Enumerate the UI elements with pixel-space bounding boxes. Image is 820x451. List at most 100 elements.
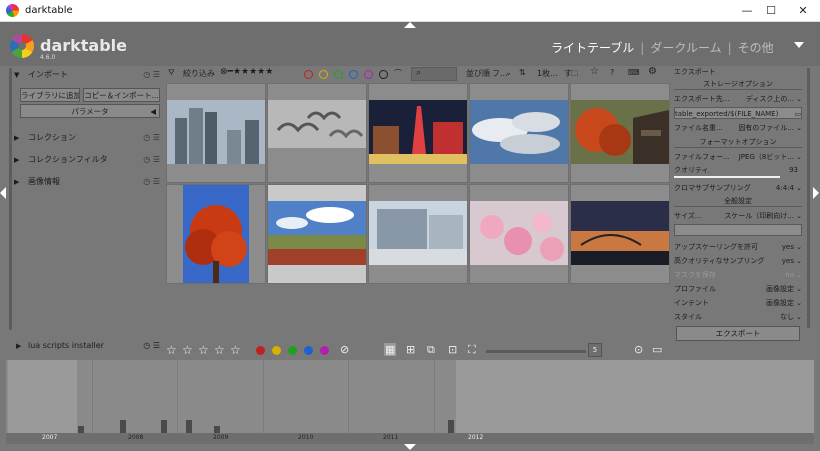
lighttable-bottom-toolbar: ☆ ☆ ☆ ☆ ☆ ⊘ ▦ ⊞ ⧉ ⊡ ⛶ 5 ⊙ ▭ — [166, 340, 668, 362]
target-storage-select[interactable]: エクスポート先... ディスク上の... ⌄ — [674, 93, 802, 105]
grouping-select[interactable]: 1枚... — [537, 68, 558, 79]
chroma-subsampling-select[interactable]: クロマサブサンプリング 4:4:4 ⌄ — [674, 182, 802, 194]
module-collection-filters-header[interactable]: ▶ コレクションフィルタ ◷ ☰ — [8, 153, 164, 167]
photo-skyscrapers — [167, 100, 265, 164]
store-masks-select[interactable]: マスクを保存 no ⌄ — [674, 269, 802, 281]
reset-presets-icon[interactable]: ◷ ☰ — [143, 175, 160, 189]
color-label-purple[interactable] — [320, 346, 329, 355]
color-label-blue[interactable] — [304, 346, 313, 355]
gear-icon[interactable]: ⚙ — [648, 66, 657, 77]
star-icon[interactable]: ☆ — [182, 343, 193, 357]
timeline-bar — [120, 420, 126, 433]
chevron-down-icon[interactable]: ⌄ — [505, 68, 512, 77]
thumbnail[interactable] — [570, 184, 670, 284]
module-image-info-header[interactable]: ▶ 画像情報 ◷ ☰ — [8, 175, 164, 189]
culling-dynamic-icon[interactable]: ⊡ — [448, 343, 457, 356]
zoom-slider[interactable] — [486, 350, 586, 353]
header-menu-caret-icon[interactable] — [794, 42, 804, 48]
reset-presets-icon[interactable]: ◷ ☰ — [143, 131, 160, 145]
file-format-select[interactable]: ファイルフォー... JPEG（8ビット... ⌄ — [674, 151, 802, 163]
reset-presets-icon[interactable]: ◷ ☰ — [143, 68, 160, 82]
import-parameters-button[interactable]: パラメータ ◀ — [20, 104, 160, 118]
thumbnail[interactable] — [570, 83, 670, 183]
copy-import-button[interactable]: コピー＆インポート... — [83, 88, 160, 102]
collapse-bottom-arrow-icon[interactable] — [404, 444, 416, 450]
collapse-right-arrow-icon[interactable] — [813, 187, 819, 199]
color-filter-blue[interactable] — [349, 70, 358, 79]
view-switcher: ライトテーブル | ダークルーム | その他 — [551, 39, 774, 56]
intent-select[interactable]: インテント 画像設定 ⌄ — [674, 297, 802, 309]
color-label-red[interactable] — [256, 346, 265, 355]
timeline-range-2007[interactable] — [8, 360, 77, 444]
star-icon[interactable]: ☆ — [166, 343, 177, 357]
thumbnail[interactable] — [368, 83, 468, 183]
high-quality-select[interactable]: 高クオリティなサンプリング yes ⌄ — [674, 255, 802, 267]
color-filter-none[interactable] — [379, 70, 388, 79]
export-path-input[interactable]: table_exported/$(FILE_NAME) ▭ — [674, 107, 802, 119]
right-panel-scrollbar[interactable] — [807, 68, 810, 328]
star-icon[interactable]: ☆ — [230, 343, 241, 357]
reset-presets-icon[interactable]: ◷ ☰ — [143, 341, 160, 350]
timeline-range-2012[interactable] — [456, 360, 814, 444]
color-filter-purple[interactable] — [364, 70, 373, 79]
module-export-header[interactable]: エクスポート — [674, 66, 802, 78]
view-lighttable[interactable]: ライトテーブル — [551, 41, 634, 55]
search-input[interactable]: ⌕ — [411, 67, 457, 81]
reset-presets-icon[interactable]: ◷ ☰ — [143, 153, 160, 167]
maximize-button[interactable]: ☐ — [759, 3, 783, 19]
collapsed-triangle-icon: ▶ — [16, 342, 22, 350]
sort-order-icon[interactable]: ⇅ — [519, 68, 526, 77]
focus-peaking-icon[interactable]: ⊙ — [634, 343, 643, 356]
color-label-green[interactable] — [288, 346, 297, 355]
close-button[interactable]: ✕ — [791, 3, 815, 19]
rating-filter-stars[interactable]: ⊗━★★★★★ — [220, 67, 273, 77]
preview-icon[interactable]: ⛶ — [468, 343, 476, 357]
timeline-year-label: 2009 — [213, 434, 229, 441]
module-collections-header[interactable]: ▶ コレクション ◷ ☰ — [8, 131, 164, 145]
grouping-icon[interactable]: ⬚ — [571, 68, 579, 77]
thumbnail[interactable] — [267, 83, 367, 183]
display-profile-icon[interactable]: ▭ — [652, 343, 662, 356]
minimize-button[interactable]: — — [735, 3, 759, 19]
star-icon[interactable]: ☆ — [214, 343, 225, 357]
zoom-entry[interactable]: 5 — [588, 343, 602, 357]
style-select[interactable]: スタイル なし ⌄ — [674, 311, 802, 323]
thumbnail[interactable] — [166, 184, 266, 284]
view-darkroom[interactable]: ダークルーム — [650, 41, 721, 55]
add-to-library-button[interactable]: ライブラリに追加 — [20, 88, 80, 102]
color-filter-yellow[interactable] — [319, 70, 328, 79]
star-icon[interactable]: ☆ — [198, 343, 209, 357]
module-import-header[interactable]: ▼ インポート ◷ ☰ — [8, 68, 164, 82]
thumbnail[interactable] — [469, 83, 569, 183]
collapse-top-arrow-icon[interactable] — [404, 22, 416, 28]
thumbnail[interactable] — [166, 83, 266, 183]
size-select[interactable]: サイズ... スケール（印刷向け... ⌄ — [674, 210, 802, 222]
timeline-divider — [92, 360, 93, 444]
clear-color-icon[interactable]: ⊘ — [340, 343, 349, 356]
color-label-yellow[interactable] — [272, 346, 281, 355]
help-icon[interactable]: ? — [610, 68, 614, 77]
quality-slider[interactable]: クオリティ 93 — [674, 164, 802, 180]
module-lua-scripts-header[interactable]: ▶ lua scripts installer ◷ ☰ — [8, 340, 164, 356]
funnel-icon[interactable]: ⛛ — [168, 68, 175, 78]
zoomable-layout-icon[interactable]: ⊞ — [406, 343, 415, 356]
collapse-left-arrow-icon[interactable] — [0, 187, 6, 199]
star-icon[interactable]: ☆ — [590, 66, 599, 77]
thumbnail-selected[interactable] — [267, 184, 367, 284]
export-button[interactable]: エクスポート — [676, 326, 800, 341]
color-filter-green[interactable] — [334, 70, 343, 79]
thumbnail[interactable] — [368, 184, 468, 284]
scale-input[interactable] — [674, 224, 802, 236]
filemanager-layout-icon[interactable]: ▦ — [384, 343, 397, 356]
keyboard-icon[interactable]: ⌨ — [628, 68, 640, 77]
allow-upscaling-select[interactable]: アップスケーリングを許可 yes ⌄ — [674, 241, 802, 253]
profile-select[interactable]: プロファイル 画像設定 ⌄ — [674, 283, 802, 295]
view-other[interactable]: その他 — [738, 41, 774, 55]
folder-icon[interactable]: ▭ — [794, 108, 801, 118]
arc-icon[interactable]: ⌒ — [394, 68, 402, 79]
on-conflict-select[interactable]: ファイル名重... 固有のファイル... ⌄ — [674, 122, 802, 134]
thumbnail[interactable] — [469, 184, 569, 284]
color-filter-red[interactable] — [304, 70, 313, 79]
culling-layout-icon[interactable]: ⧉ — [427, 343, 435, 357]
timeline[interactable]: 2007 2008 2009 2010 2011 2012 — [6, 360, 814, 444]
